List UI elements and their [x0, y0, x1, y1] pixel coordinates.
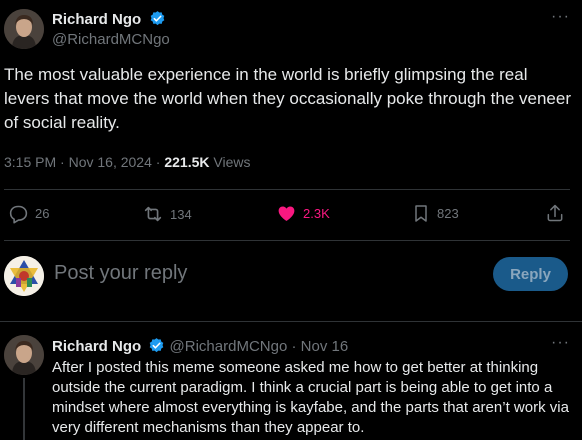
- reply-author-row: Richard Ngo @RichardMCNgo · Nov 16: [52, 337, 348, 358]
- divider: [4, 240, 570, 241]
- reply-tweet-text: After I posted this meme someone asked m…: [52, 359, 569, 436]
- verified-badge-icon[interactable]: [149, 10, 166, 32]
- thread-line: [23, 378, 25, 440]
- tweet-text: The most valuable experience in the worl…: [4, 65, 571, 132]
- reply-count: 26: [35, 206, 50, 221]
- views-count[interactable]: 221.5K: [164, 154, 209, 170]
- reply-date[interactable]: Nov 16: [301, 338, 349, 355]
- meta-separator: ·: [291, 338, 301, 355]
- views-label: Views: [213, 154, 251, 170]
- meta-separator: ·: [60, 154, 69, 170]
- author-avatar[interactable]: [4, 9, 44, 49]
- reply-input[interactable]: Post your reply: [54, 262, 187, 285]
- share-icon: [547, 204, 563, 222]
- repost-count: 134: [170, 206, 192, 222]
- reply-author-handle[interactable]: @RichardMCNgo: [170, 338, 288, 355]
- like-count: 2.3K: [303, 206, 330, 221]
- share-action[interactable]: [545, 203, 571, 223]
- author-name[interactable]: Richard Ngo: [52, 11, 141, 28]
- more-icon[interactable]: ···: [551, 8, 570, 26]
- divider: [4, 189, 570, 190]
- current-user-avatar[interactable]: [4, 256, 44, 296]
- author-handle[interactable]: @RichardMCNgo: [52, 31, 170, 48]
- reply-action[interactable]: 26: [8, 203, 49, 224]
- verified-badge-icon[interactable]: [148, 337, 165, 358]
- heart-icon: [278, 206, 295, 221]
- reply-button[interactable]: Reply: [493, 257, 568, 291]
- repost-action[interactable]: 134: [142, 203, 192, 225]
- bookmark-count: 823: [437, 206, 459, 221]
- repost-icon: [144, 206, 162, 222]
- tweet-meta: 3:15 PM · Nov 16, 2024 · 221.5K Views: [4, 154, 250, 170]
- bookmark-action[interactable]: 823: [411, 203, 459, 224]
- author-name-row: Richard Ngo: [52, 10, 166, 32]
- bookmark-icon: [415, 205, 427, 222]
- more-icon[interactable]: ···: [551, 334, 570, 352]
- divider: [0, 321, 582, 322]
- like-action[interactable]: 2.3K: [276, 203, 330, 224]
- tweet-time[interactable]: 3:15 PM: [4, 154, 56, 170]
- tweet-date[interactable]: Nov 16, 2024: [69, 154, 152, 170]
- reply-icon: [9, 205, 28, 224]
- reply-author-name[interactable]: Richard Ngo: [52, 338, 141, 355]
- reply-author-avatar[interactable]: [4, 335, 44, 375]
